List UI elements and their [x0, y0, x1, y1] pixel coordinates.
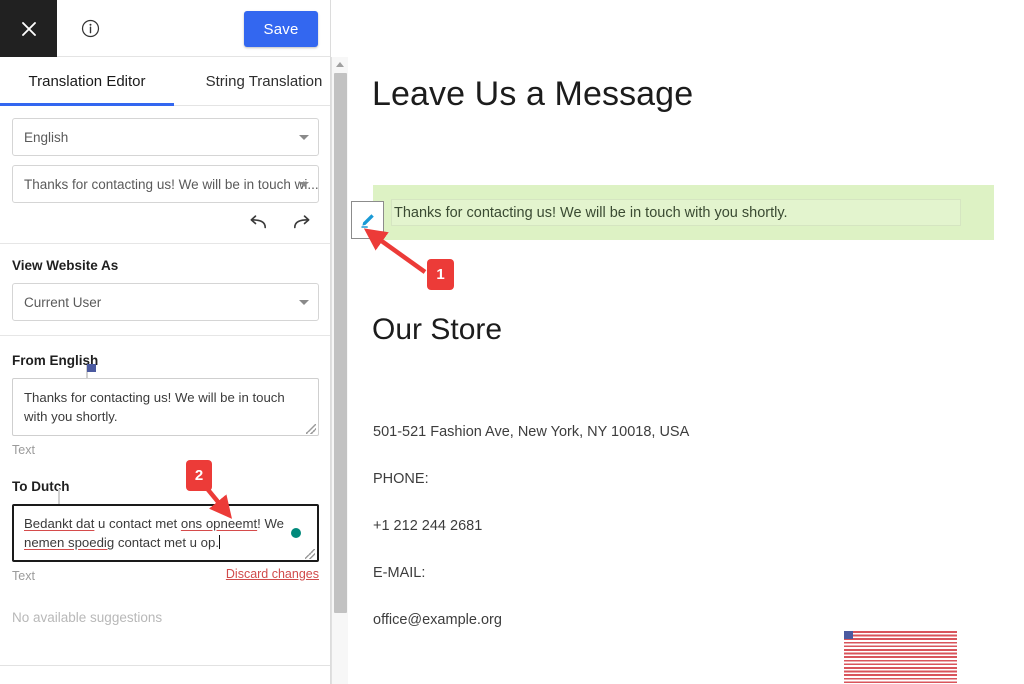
close-icon[interactable]: [0, 0, 57, 57]
target-field-type-label: Text: [12, 569, 35, 583]
flag-us-icon: [844, 631, 957, 684]
resize-grip-icon[interactable]: [306, 424, 316, 434]
store-phone-value: +1 212 244 2681: [373, 518, 483, 534]
store-email-value: office@example.org: [373, 612, 502, 628]
chevron-down-icon: [299, 182, 309, 187]
sidebar-tabs: Translation Editor String Translation: [0, 57, 330, 106]
source-meta-row: Text: [0, 436, 330, 462]
dutch-translation-textarea[interactable]: Bedankt dat u contact met ons opneemt! W…: [12, 504, 319, 562]
annotation-badge-1: 1: [427, 259, 454, 290]
string-select-value: Thanks for contacting us! We will be in …: [24, 176, 318, 192]
no-suggestions-message: No available suggestions: [12, 610, 163, 625]
sidebar-header: Save: [0, 0, 330, 57]
tab-translation-editor-label: Translation Editor: [28, 73, 146, 90]
history-controls: [0, 203, 330, 243]
text-cursor: [219, 535, 221, 549]
store-email-label: E-MAIL:: [373, 565, 426, 581]
pencil-edit-icon[interactable]: [351, 201, 384, 239]
target-textarea-wrap: Bedankt dat u contact met ons opneemt! W…: [0, 504, 330, 562]
target-text-part-6: contact met u op.: [114, 535, 220, 550]
target-text-part-1: Bedankt dat: [24, 516, 95, 531]
target-text-part-5: nemen spoedig: [24, 535, 115, 550]
view-website-as-value: Current User: [24, 294, 102, 310]
view-website-as-title: View Website As: [12, 258, 119, 273]
chevron-down-icon: [299, 300, 309, 305]
source-textarea-wrap: Thanks for contacting us! We will be in …: [0, 378, 330, 436]
target-text-part-2: u contact met: [94, 516, 181, 531]
target-language-header: To Dutch: [0, 462, 330, 508]
save-button[interactable]: Save: [244, 11, 318, 47]
target-language-label: To Dutch: [12, 479, 70, 494]
divider: [0, 665, 330, 666]
view-website-as-select[interactable]: Current User: [12, 283, 319, 321]
website-preview: Leave Us a Message Thanks for contacting…: [348, 0, 1024, 684]
source-field-type-label: Text: [12, 443, 35, 457]
app-root: Save Translation Editor String Translati…: [0, 0, 1024, 684]
highlighted-string-text[interactable]: Thanks for contacting us! We will be in …: [391, 199, 961, 226]
language-select[interactable]: English: [12, 118, 319, 156]
source-text-value: Thanks for contacting us! We will be in …: [24, 390, 285, 424]
translation-complete-dot: [291, 528, 301, 538]
target-meta-row: Text Discard changes: [0, 562, 330, 588]
sidebar-scrollbar-thumb[interactable]: [334, 73, 347, 613]
redo-arrow-icon[interactable]: [291, 214, 313, 232]
scroll-up-arrow-icon[interactable]: [336, 62, 344, 67]
string-select[interactable]: Thanks for contacting us! We will be in …: [12, 165, 319, 203]
annotation-badge-2: 2: [186, 460, 212, 491]
undo-arrow-icon[interactable]: [247, 214, 269, 232]
source-language-header: From English: [0, 336, 330, 382]
info-icon[interactable]: [78, 16, 102, 40]
translation-sidebar: Save Translation Editor String Translati…: [0, 0, 331, 684]
store-address: 501-521 Fashion Ave, New York, NY 10018,…: [373, 424, 690, 440]
target-text-part-4: ! We: [257, 516, 285, 531]
selects-group: English Thanks for contacting us! We wil…: [0, 106, 330, 203]
highlighted-string-block: Thanks for contacting us! We will be in …: [351, 185, 994, 240]
language-switcher-widget[interactable]: English: [844, 631, 957, 684]
chevron-down-icon: [299, 135, 309, 140]
sidebar-scrollbar[interactable]: [331, 57, 348, 684]
source-text-textarea[interactable]: Thanks for contacting us! We will be in …: [12, 378, 319, 436]
language-select-value: English: [24, 129, 69, 145]
store-section-title: Our Store: [372, 313, 503, 346]
tab-string-translation-label: String Translation: [205, 73, 323, 90]
target-text-part-3: ons opneemt: [180, 516, 258, 531]
resize-grip-icon[interactable]: [305, 549, 315, 559]
store-phone-label: PHONE:: [373, 471, 429, 487]
tab-translation-editor[interactable]: Translation Editor: [0, 57, 174, 106]
sidebar-body: English Thanks for contacting us! We wil…: [0, 106, 330, 625]
discard-changes-link[interactable]: Discard changes: [226, 567, 319, 581]
page-title: Leave Us a Message: [372, 75, 694, 113]
tab-string-translation[interactable]: String Translation: [174, 57, 330, 106]
view-website-as-section: View Website As Current User: [0, 244, 330, 335]
